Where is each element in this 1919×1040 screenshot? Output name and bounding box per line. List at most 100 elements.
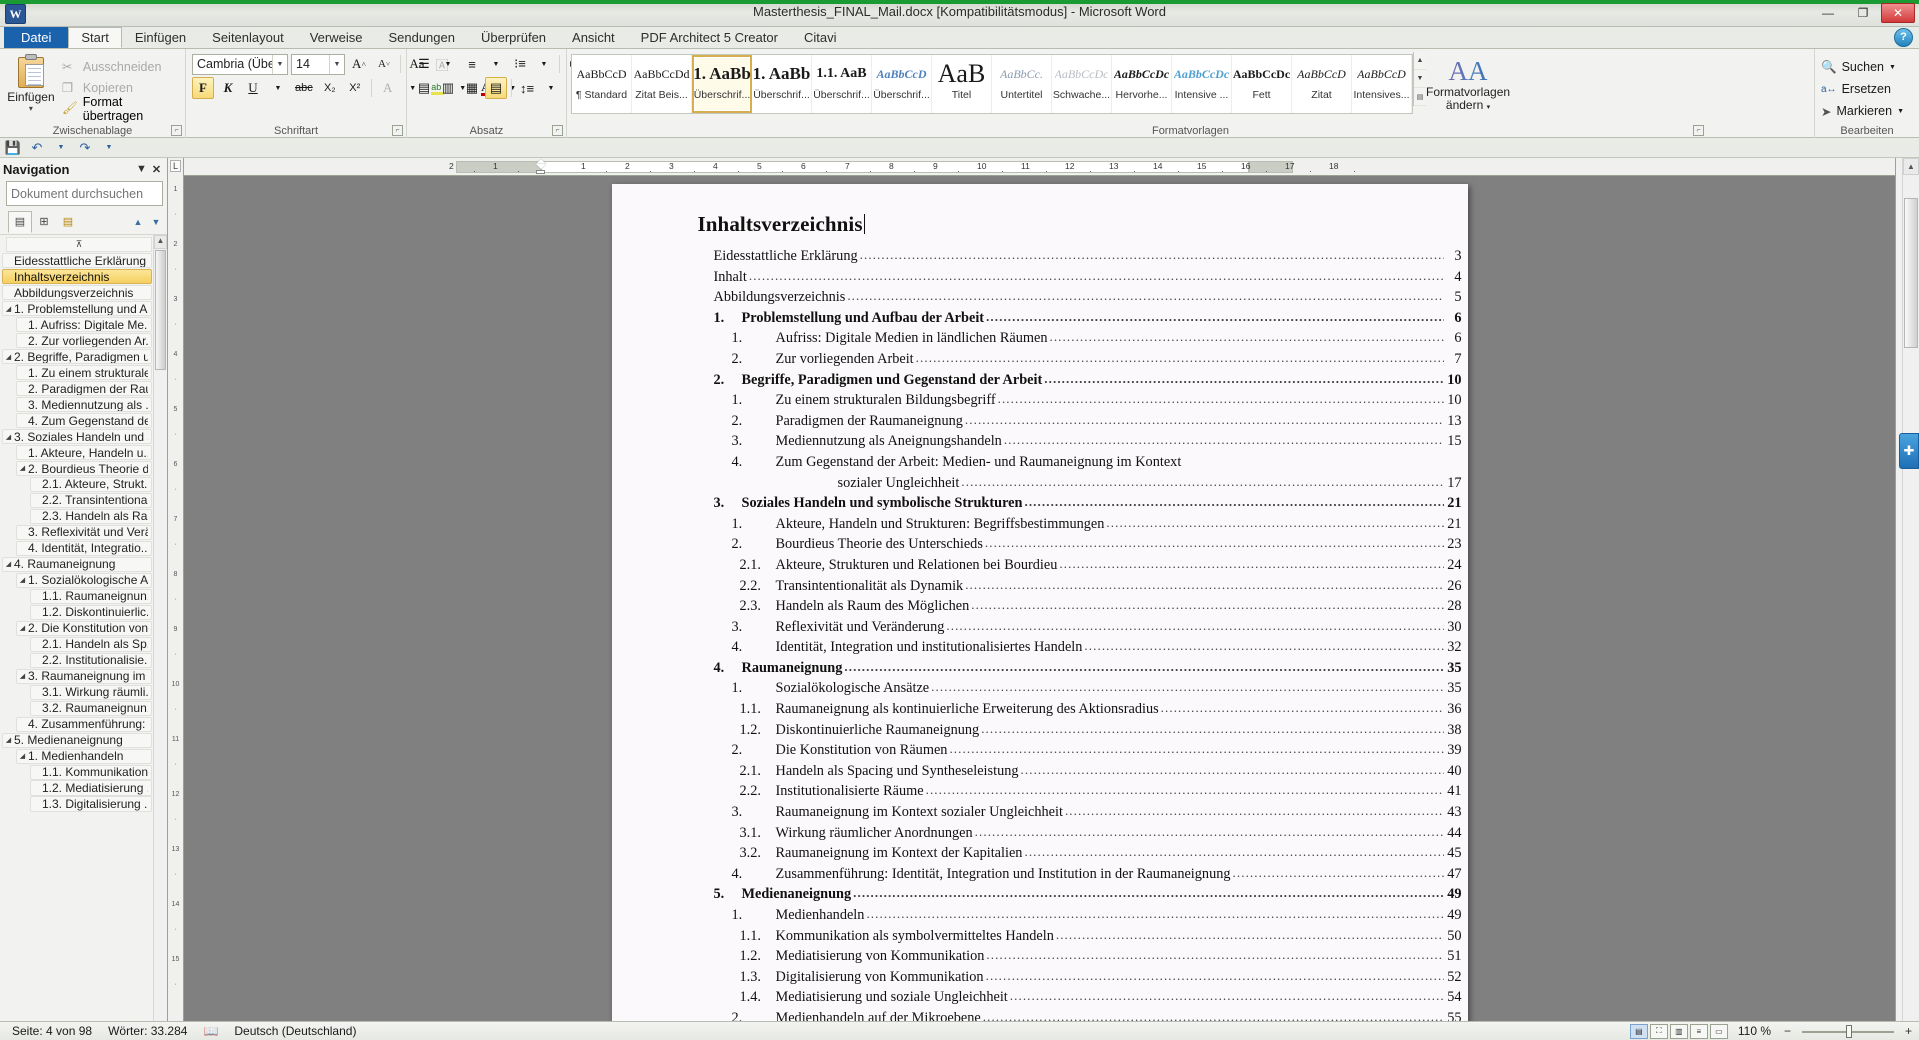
toc-entry[interactable]: 5.Medienaneignung.......................… (714, 884, 1462, 905)
toc-entry[interactable]: 2.Zur vorliegenden Arbeit...............… (714, 349, 1462, 370)
help-button[interactable]: ? (1894, 28, 1913, 47)
close-button[interactable]: ✕ (1881, 3, 1915, 23)
toc-entry[interactable]: 1.Akteure, Handeln und Strukturen: Begri… (714, 514, 1462, 535)
toc-entry[interactable]: Eidesstattliche Erklärung...............… (714, 246, 1462, 267)
navigation-item[interactable]: 2.2. Institutionalisie... (30, 653, 152, 668)
view-web-layout-button[interactable]: ▥ (1670, 1024, 1688, 1039)
navigation-item[interactable]: Eidesstattliche Erklärung (2, 253, 152, 268)
superscript-button[interactable]: X² (344, 77, 366, 99)
align-right-button[interactable]: ▦ (461, 77, 483, 99)
navigation-item[interactable]: 1. Zu einem strukturale... (16, 365, 152, 380)
view-print-layout-button[interactable]: ▤ (1630, 1024, 1648, 1039)
toc-entry[interactable]: 3.Raumaneignung im Kontext sozialer Ungl… (714, 802, 1462, 823)
tab-pdf-architect[interactable]: PDF Architect 5 Creator (628, 27, 791, 48)
toc-entry[interactable]: 3.Mediennutzung als Aneignungshandeln...… (714, 431, 1462, 452)
navigation-item[interactable]: 1. Akteure, Handeln u... (16, 445, 152, 460)
find-button[interactable]: 🔍 Suchen ▼ (1819, 56, 1896, 78)
navigation-prev-icon[interactable]: ▲ (131, 217, 145, 227)
navigation-item[interactable]: Inhaltsverzeichnis (2, 269, 152, 284)
expand-collapse-icon[interactable]: ◢ (17, 464, 28, 472)
nav-scroll-thumb[interactable] (155, 250, 166, 370)
toc-entry[interactable]: 1.Aufriss: Digitale Medien in ländlichen… (714, 328, 1462, 349)
expand-collapse-icon[interactable]: ◢ (3, 305, 14, 313)
paste-button[interactable]: Einfügen ▾ (4, 52, 58, 113)
toc-entry[interactable]: 2.1.Akteure, Strukturen und Relationen b… (714, 555, 1462, 576)
styles-gallery-scroll[interactable]: ▲ ▼ ▤ (1413, 52, 1426, 106)
toc-entry[interactable]: 1.4.Mediatisierung und soziale Ungleichh… (714, 987, 1462, 1008)
font-size-chevron-down-icon[interactable]: ▼ (329, 55, 344, 74)
align-left-button[interactable]: ▤ (413, 77, 435, 99)
expand-collapse-icon[interactable]: ◢ (3, 433, 14, 441)
undo-chevron-down-icon[interactable]: ▼ (52, 139, 70, 156)
clipboard-dialog-launcher[interactable]: ⌐ (171, 125, 182, 136)
italic-button[interactable]: K (217, 77, 239, 99)
nav-scroll-up-icon[interactable]: ▲ (154, 235, 167, 249)
navigation-item[interactable]: ◢3. Raumaneignung im ... (16, 669, 152, 684)
toc-entry[interactable]: 1.Zu einem strukturalen Bildungsbegriff.… (714, 390, 1462, 411)
toc-entry[interactable]: 1.1.Raumaneignung als kontinuierliche Er… (714, 699, 1462, 720)
navigation-next-icon[interactable]: ▼ (149, 217, 163, 227)
cut-button[interactable]: ✂ Ausschneiden (58, 56, 181, 77)
styles-more-icon[interactable]: ▤ (1414, 88, 1426, 106)
toc-entry[interactable]: 2.3.Handeln als Raum des Möglichen......… (714, 596, 1462, 617)
styles-gallery[interactable]: AaBbCcD¶ StandardAaBbCcDdZitat Beis... 1.… (571, 54, 1413, 114)
bold-button[interactable]: F (192, 77, 214, 99)
tab-sendungen[interactable]: Sendungen (375, 27, 468, 48)
toc-entry[interactable]: 1.Medienhandeln.........................… (714, 905, 1462, 926)
tab-seitenlayout[interactable]: Seitenlayout (199, 27, 297, 48)
navigation-item[interactable]: ◢1. Sozialökologische A... (16, 573, 152, 588)
style-item[interactable]: AaBbCcDcFett (1232, 55, 1292, 113)
align-center-button[interactable]: ▥ (437, 77, 459, 99)
toc-entry[interactable]: 4.Identität, Integration und institution… (714, 637, 1462, 658)
tab-ueberpruefen[interactable]: Überprüfen (468, 27, 559, 48)
toc-entry[interactable]: 2.Paradigmen der Raumaneignung..........… (714, 411, 1462, 432)
navigation-heading-list[interactable]: ⊼ Eidesstattliche ErklärungInhaltsverzei… (0, 235, 167, 1038)
style-item[interactable]: 1. AaBbÜberschrif... (752, 55, 812, 113)
expand-collapse-icon[interactable]: ◢ (3, 560, 14, 568)
minimize-button[interactable]: — (1811, 3, 1845, 23)
styles-scroll-up-icon[interactable]: ▲ (1414, 52, 1426, 70)
style-item[interactable]: AaBbCcDcIntensive ... (1172, 55, 1232, 113)
navigation-item[interactable]: 2. Paradigmen der Rau... (16, 381, 152, 396)
status-language[interactable]: Deutsch (Deutschland) (226, 1024, 364, 1038)
toc-entry[interactable]: 1.2.Mediatisierung von Kommunikation....… (714, 946, 1462, 967)
tab-browse-results[interactable]: ▤ (56, 211, 80, 233)
expand-collapse-icon[interactable]: ◢ (17, 576, 28, 584)
tab-browse-pages[interactable]: ⊞ (32, 211, 56, 233)
status-word-count[interactable]: Wörter: 33.284 (100, 1024, 195, 1038)
toc-entry[interactable]: 2.Begriffe, Paradigmen und Gegenstand de… (714, 370, 1462, 391)
toc-entry[interactable]: Abbildungsverzeichnis...................… (714, 287, 1462, 308)
style-item[interactable]: AaBbCcD¶ Standard (572, 55, 632, 113)
replace-button[interactable]: a↔ Ersetzen (1819, 78, 1891, 100)
navigation-scrollbar[interactable]: ▲ (153, 235, 167, 1038)
proofing-icon[interactable]: 📖 (195, 1024, 226, 1038)
navigation-item[interactable]: 2.1. Akteure, Strukt... (30, 477, 152, 492)
expand-collapse-icon[interactable]: ◢ (17, 672, 28, 680)
navigation-item[interactable]: ◢1. Medienhandeln (16, 749, 152, 764)
underline-chevron-down-icon[interactable]: ▼ (267, 77, 289, 99)
style-item[interactable]: AaBbCcDdZitat Beis... (632, 55, 692, 113)
style-item[interactable]: AaBbCcDcHervorhe... (1112, 55, 1172, 113)
navigation-item[interactable]: 1.3. Digitalisierung ... (30, 796, 152, 811)
line-spacing-button[interactable]: ↕≡ (516, 77, 538, 99)
document-vertical-scrollbar[interactable]: ▲ (1902, 158, 1919, 1038)
tab-einfuegen[interactable]: Einfügen (122, 27, 199, 48)
toc-entry[interactable]: 2.2.Transintentionalität als Dynamik....… (714, 576, 1462, 597)
status-zoom-level[interactable]: 110 % (1730, 1024, 1779, 1038)
find-chevron-down-icon[interactable]: ▼ (1889, 64, 1896, 71)
save-icon[interactable]: 💾 (4, 139, 22, 156)
tab-start[interactable]: Start (68, 27, 121, 48)
strikethrough-button[interactable]: abc (292, 77, 316, 99)
change-styles-button[interactable]: AA Formatvorlagenändern ▾ (1426, 52, 1510, 114)
navigation-item[interactable]: 1.1. Kommunikation... (30, 765, 152, 780)
navigation-item[interactable]: 4. Identität, Integratio... (16, 541, 152, 556)
toc-entry[interactable]: 4.Raumaneignung.........................… (714, 658, 1462, 679)
style-item[interactable]: AaBbCcDcSchwache... (1052, 55, 1112, 113)
view-full-screen-button[interactable]: ⛶ (1650, 1024, 1668, 1039)
font-dialog-launcher[interactable]: ⌐ (392, 125, 403, 136)
navigation-item[interactable]: ◢2. Die Konstitution von... (16, 621, 152, 636)
zoom-slider[interactable] (1802, 1024, 1894, 1039)
tab-verweise[interactable]: Verweise (297, 27, 376, 48)
zoom-slider-knob[interactable] (1846, 1025, 1852, 1038)
expand-collapse-icon[interactable]: ◢ (3, 353, 14, 361)
